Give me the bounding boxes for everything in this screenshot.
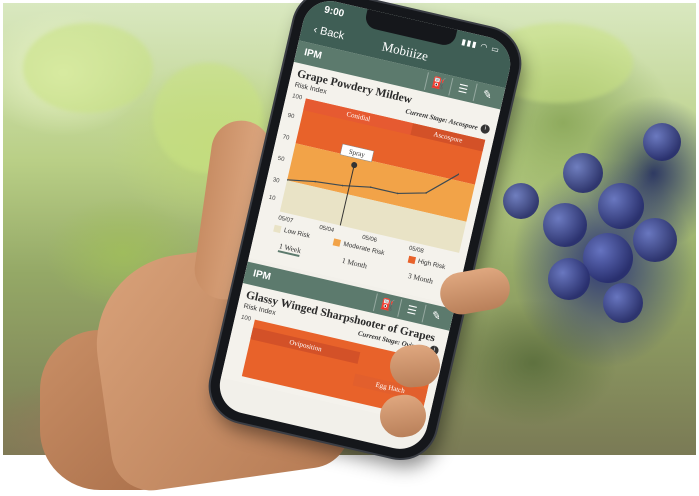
- risk-card-powdery-mildew: IPM ⛽ ☰ ✎ Grape Powdery Mildew Risk Inde…: [248, 40, 506, 306]
- signal-wifi-battery-icon: ▮▮▮ ◠ ▭: [460, 37, 501, 55]
- grape-cluster: [548, 258, 590, 300]
- range-tab-1-week[interactable]: 1 Week: [277, 241, 303, 258]
- risk-data-point: [286, 179, 288, 181]
- grape-cluster: [543, 203, 587, 247]
- x-tick: 05/04: [318, 224, 335, 235]
- y-tick: 100: [291, 93, 303, 102]
- range-tab-3-month[interactable]: 3 Month: [407, 271, 434, 287]
- risk-series-line: [287, 173, 460, 195]
- legend-swatch: [273, 224, 282, 234]
- y-tick: 70: [281, 134, 290, 142]
- x-tick: 05/07: [277, 215, 294, 225]
- grape-cluster: [563, 153, 603, 193]
- grape-cluster: [583, 233, 633, 283]
- section-label: IPM: [251, 268, 272, 283]
- y-tick: 100: [240, 314, 252, 323]
- legend-swatch: [332, 238, 342, 247]
- grape-cluster: [643, 123, 681, 161]
- grape-cluster: [633, 218, 677, 262]
- range-tab-1-month[interactable]: 1 Month: [341, 256, 368, 272]
- y-tick: 10: [268, 194, 276, 203]
- wrench-icon[interactable]: ✎: [472, 83, 502, 107]
- x-tick: 05/06: [361, 234, 378, 244]
- info-icon[interactable]: i: [479, 123, 491, 135]
- status-time: 9:00: [323, 4, 346, 20]
- y-tick: 90: [286, 112, 295, 121]
- annotation-marker: [351, 162, 358, 169]
- grape-cluster: [503, 183, 539, 219]
- y-tick: 30: [272, 177, 280, 185]
- grape-cluster: [603, 283, 643, 323]
- leaf-blur: [23, 23, 153, 113]
- legend-swatch: [407, 255, 416, 265]
- x-tick: 05/08: [408, 245, 425, 255]
- grape-cluster: [598, 183, 644, 229]
- section-label: IPM: [303, 47, 323, 62]
- y-tick: 50: [277, 155, 285, 164]
